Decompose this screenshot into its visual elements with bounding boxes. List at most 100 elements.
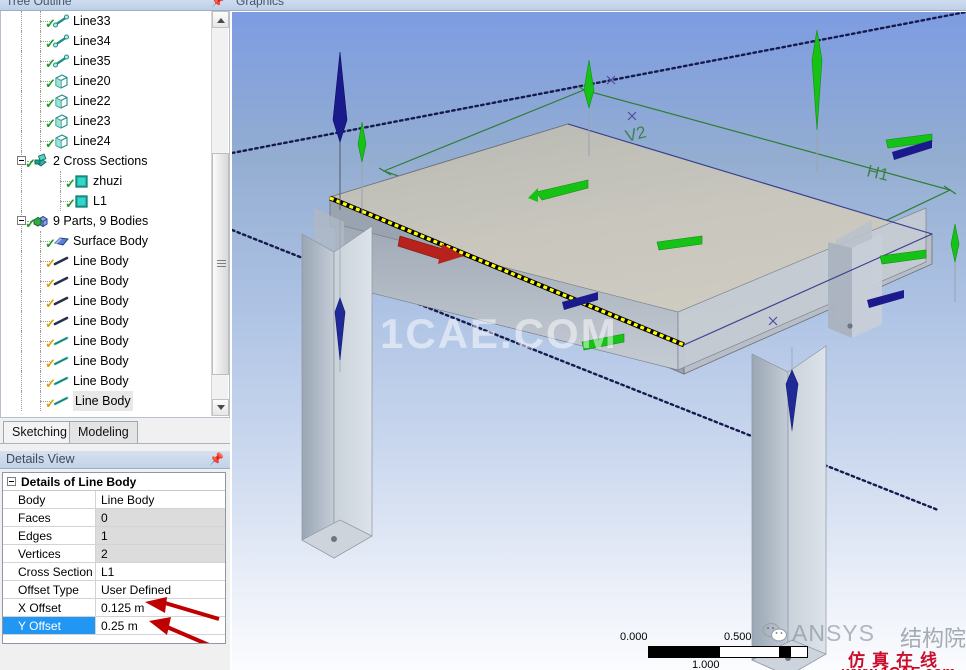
- tree-guide-line: [21, 31, 22, 51]
- tree-item-label: Line Body: [73, 334, 129, 348]
- graphics-titlebar: Graphics: [230, 0, 966, 11]
- tree-list: ✓ Line33 ✓ Line34 ✓ Line35 ✓ Line20 ✓ Line22 ✓ Line…: [1, 11, 209, 416]
- tree-item-line33[interactable]: ✓ Line33: [1, 11, 209, 31]
- tree-item-label: L1: [93, 194, 107, 208]
- scroll-up-button[interactable]: [212, 11, 229, 28]
- tree-item-label: Surface Body: [73, 234, 149, 248]
- tree-item-line-body[interactable]: ✓ Line Body: [1, 331, 209, 351]
- details-header-row[interactable]: Details of Line Body: [3, 473, 225, 491]
- tree-item-label: Line20: [73, 74, 111, 88]
- tab-modeling[interactable]: Modeling: [69, 421, 138, 443]
- details-row-body[interactable]: Body Line Body: [3, 491, 225, 509]
- line-body-teal-icon: [53, 333, 69, 349]
- tree-item-2-cross-sections[interactable]: ✓ 2 Cross Sections: [1, 151, 209, 171]
- tree-item-zhuzi[interactable]: ✓ zhuzi: [1, 171, 209, 191]
- pin-icon[interactable]: 📌: [211, 0, 225, 8]
- details-key: Body: [3, 491, 96, 508]
- line-icon: [53, 53, 69, 69]
- tree-guide-line: [21, 271, 22, 291]
- details-row-vertices[interactable]: Vertices 2: [3, 545, 225, 563]
- table-leg-front-left: [301, 225, 373, 559]
- tree-item-line-body[interactable]: ✓ Line Body: [1, 351, 209, 371]
- scale-seg-2: [720, 647, 779, 657]
- graphics-panel: Graphics V2 H1 1CAE.COM 0.000 0.500 1.00…: [230, 0, 966, 670]
- tree-item-label: Line Body: [73, 314, 129, 328]
- tree-scrollbar[interactable]: [211, 11, 229, 416]
- details-key: Y Offset: [3, 617, 96, 634]
- details-row-faces[interactable]: Faces 0: [3, 509, 225, 527]
- details-value[interactable]: L1: [96, 563, 225, 580]
- tree-item-line-body[interactable]: ✓ Line Body: [1, 291, 209, 311]
- tree-item-label: Line24: [73, 134, 111, 148]
- chevron-up-icon: [217, 18, 225, 23]
- tree-item-label: Line Body: [73, 294, 129, 308]
- tree-item-label: Line Body: [73, 374, 129, 388]
- details-key: Faces: [3, 509, 96, 526]
- tree-item-label: Line34: [73, 34, 111, 48]
- mode-tab-bar: Sketching Modeling: [0, 418, 230, 444]
- graphics-title-label: Graphics: [236, 0, 285, 8]
- details-key: Cross Section: [3, 563, 96, 580]
- tab-sketching[interactable]: Sketching: [3, 421, 76, 443]
- graphics-viewport[interactable]: V2 H1 1CAE.COM 0.000 0.500 1.000 ANSYS 结…: [232, 12, 966, 670]
- collapse-icon[interactable]: [7, 477, 16, 486]
- details-row-edges[interactable]: Edges 1: [3, 527, 225, 545]
- tree-guide-line: [21, 111, 22, 131]
- scrollbar-thumb[interactable]: [212, 153, 229, 375]
- tree-item-line22[interactable]: ✓ Line22: [1, 91, 209, 111]
- tree-item-line35[interactable]: ✓ Line35: [1, 51, 209, 71]
- cross-section-icon: [73, 173, 89, 189]
- line-body-teal-icon: [53, 373, 69, 389]
- pin-icon-details[interactable]: 📌: [209, 452, 224, 466]
- tree-item-line-body[interactable]: ✓ Line Body: [1, 271, 209, 291]
- tree-guide-line: [21, 171, 22, 191]
- details-row-cross-section[interactable]: Cross Section L1: [3, 563, 225, 581]
- tree-item-line-body[interactable]: ✓ Line Body: [1, 311, 209, 331]
- tree-item-line-body[interactable]: ✓ Line Body: [1, 251, 209, 271]
- details-value: 0: [96, 509, 225, 526]
- scroll-down-button[interactable]: [212, 399, 229, 416]
- dimension-label-h1: H1: [865, 161, 890, 184]
- details-value[interactable]: Line Body: [96, 491, 225, 508]
- tree-item-line-body[interactable]: ✓ Line Body: [1, 371, 209, 391]
- scale-seg-1: [649, 647, 721, 657]
- tab-modeling-label: Modeling: [78, 425, 129, 439]
- tab-sketching-label: Sketching: [12, 425, 67, 439]
- tree-item-l1[interactable]: ✓ L1: [1, 191, 209, 211]
- tree-item-line23[interactable]: ✓ Line23: [1, 111, 209, 131]
- table-leg-far-right: [828, 234, 882, 338]
- tree-guide-line: [21, 11, 22, 31]
- scale-max-label: 1.000: [692, 659, 720, 670]
- tree-item-surface-body[interactable]: ✓ Surface Body: [1, 231, 209, 251]
- tree-item-line34[interactable]: ✓ Line34: [1, 31, 209, 51]
- details-key: Edges: [3, 527, 96, 544]
- scale-bar: [648, 646, 808, 658]
- ansys-designmodeler-window: Tree Outline 📌 ✓ Line33 ✓ Line34 ✓ Line35 ✓ Lin…: [0, 0, 966, 670]
- tree-guide-line: [21, 231, 22, 251]
- details-key: Offset Type: [3, 581, 96, 598]
- line-body-dark-icon: [53, 273, 69, 289]
- details-header-label: Details of Line Body: [21, 475, 137, 489]
- tree-item-line20[interactable]: ✓ Line20: [1, 71, 209, 91]
- tree-guide-line: [21, 331, 22, 351]
- details-view-title: Details View: [6, 452, 75, 466]
- tree-item-line-body[interactable]: ✓ Line Body: [1, 391, 209, 411]
- line-body-dark-icon: [53, 293, 69, 309]
- tree-item-label: Line23: [73, 114, 111, 128]
- tree-item-line24[interactable]: ✓ Line24: [1, 131, 209, 151]
- tree-guide-line: [21, 91, 22, 111]
- tree-item-9-parts-9-bodies[interactable]: ✓ 9 Parts, 9 Bodies: [1, 211, 209, 231]
- line-body-dark-icon: [53, 313, 69, 329]
- tree-item-label: 2 Cross Sections: [53, 154, 148, 168]
- tree-guide-line: [21, 351, 22, 371]
- tree-guide-line: [21, 391, 22, 411]
- extrude-icon: [53, 93, 69, 109]
- details-view-titlebar: Details View 📌: [0, 451, 230, 469]
- tree-outline-title: Tree Outline: [6, 0, 72, 8]
- line-body-dark-icon: [53, 253, 69, 269]
- tree-guide-line: [21, 71, 22, 91]
- tree-item-label: zhuzi: [93, 174, 123, 188]
- dimension-label-v2: V2: [623, 122, 648, 145]
- details-view-table: Details of Line Body Body Line Body Faces 0…: [2, 472, 226, 644]
- scale-seg-4: [791, 647, 807, 657]
